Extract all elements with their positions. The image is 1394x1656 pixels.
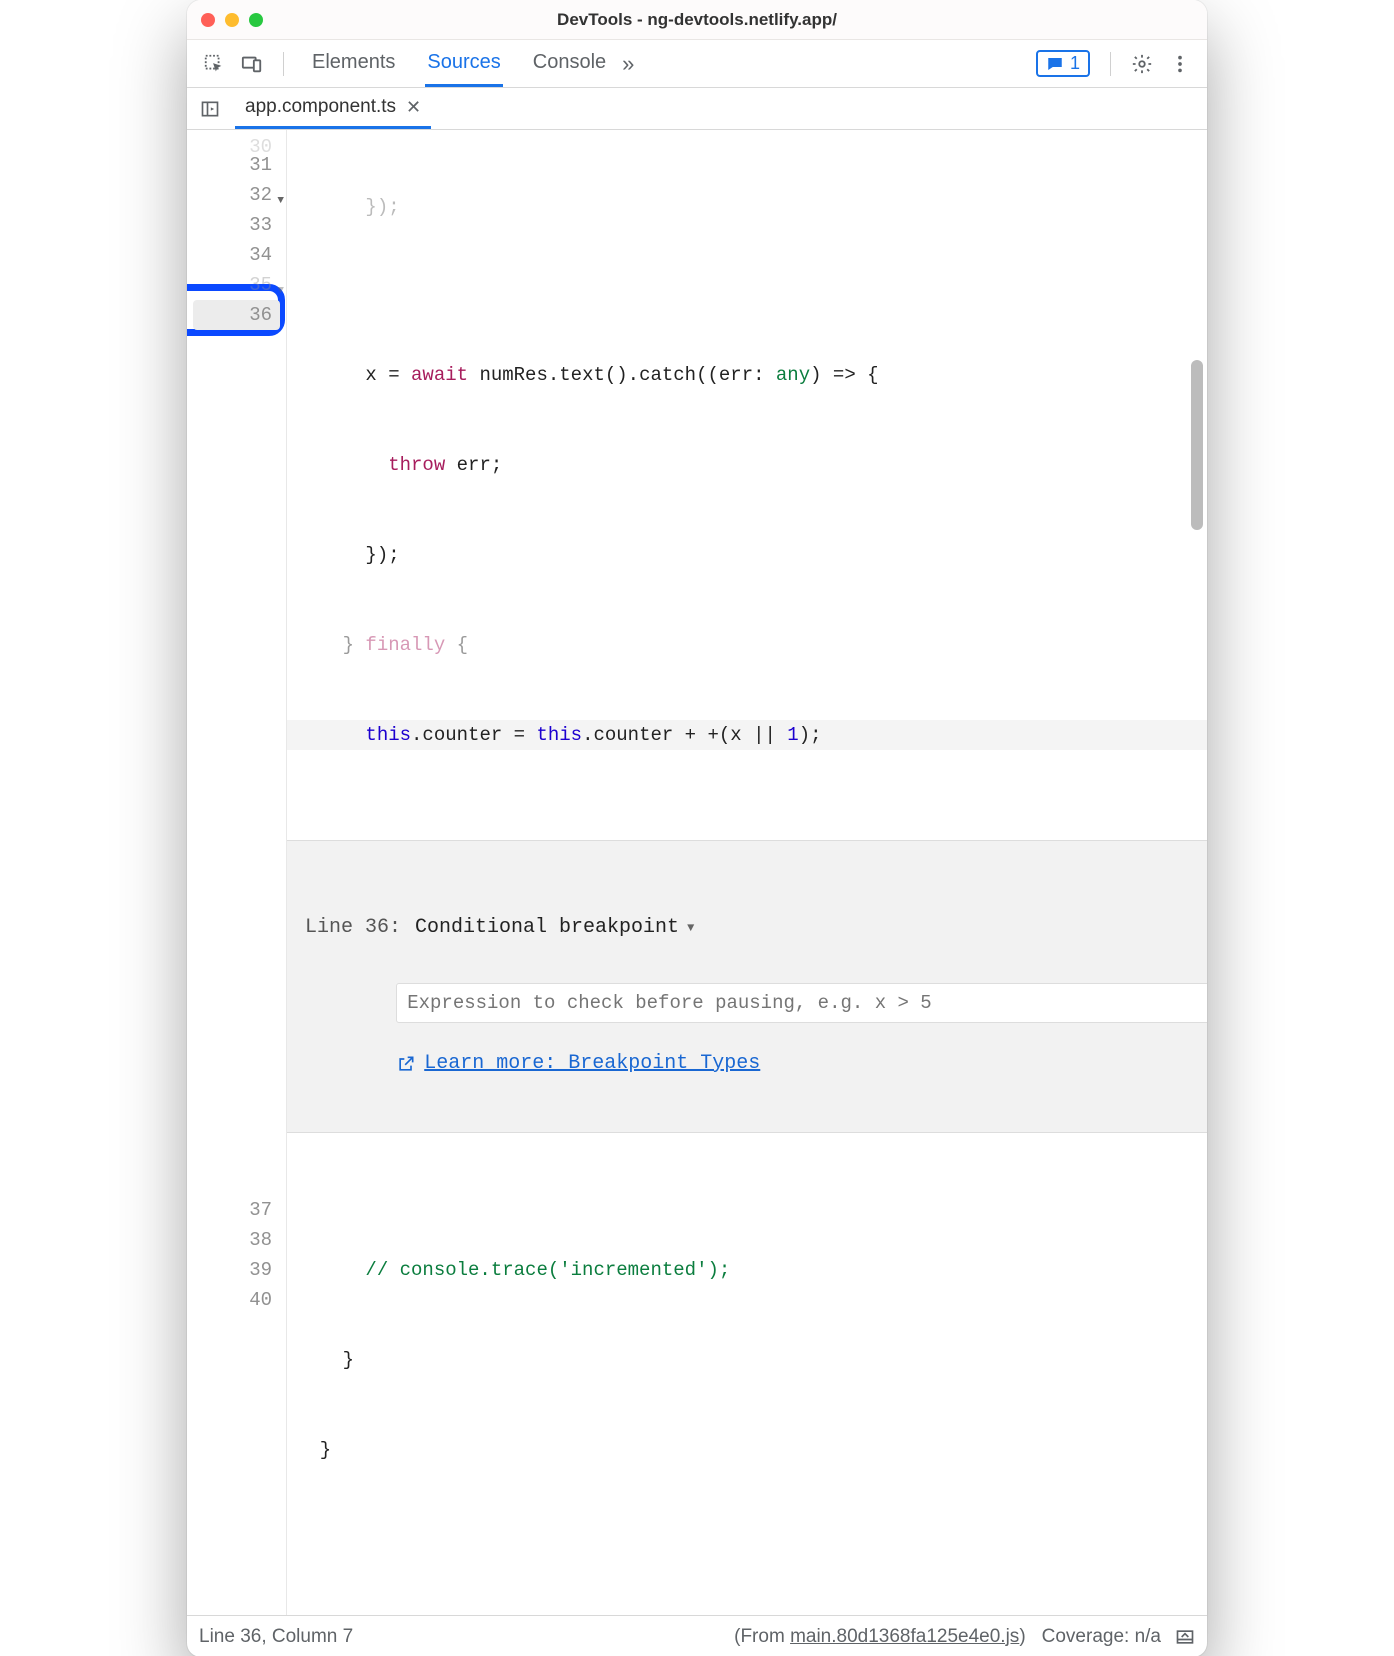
show-drawer-icon[interactable]: [1175, 1627, 1195, 1647]
breakpoint-editor-panel: Line 36: Conditional breakpoint Learn mo…: [287, 840, 1207, 1133]
line-number[interactable]: 37: [187, 1195, 272, 1225]
code-line: } finally {: [287, 630, 1207, 660]
line-number-highlighted[interactable]: 36: [193, 300, 280, 330]
code-line-highlighted: this.counter = this.counter + +(x || 1);: [287, 720, 1207, 750]
line-number[interactable]: 31: [187, 150, 272, 180]
status-bar: Line 36, Column 7 (From main.80d1368fa12…: [187, 1615, 1207, 1656]
minimize-window-button[interactable]: [225, 13, 239, 27]
coverage-info: Coverage: n/a: [1042, 1626, 1161, 1648]
line-number[interactable]: 32: [187, 180, 272, 210]
message-icon: [1046, 55, 1064, 73]
issues-count: 1: [1070, 53, 1080, 74]
main-toolbar: Elements Sources Console » 1: [187, 40, 1207, 88]
code-line: });: [287, 192, 1207, 210]
close-file-icon[interactable]: ✕: [406, 97, 421, 118]
code-line: }: [287, 1345, 1207, 1375]
device-toolbar-icon[interactable]: [235, 47, 269, 81]
file-tab-app-component[interactable]: app.component.ts ✕: [235, 88, 431, 129]
breakpoint-line-label: Line 36:: [305, 913, 401, 943]
editor: 30 31 32 33 34 35 36 }); x = await numRe…: [187, 130, 1207, 1193]
inspect-element-icon[interactable]: [197, 47, 231, 81]
line-number[interactable]: 34: [187, 240, 272, 270]
kebab-menu-icon[interactable]: [1163, 47, 1197, 81]
code-line: x = await numRes.text().catch((err: any)…: [287, 360, 1207, 390]
window-title: DevTools - ng-devtools.netlify.app/: [187, 10, 1207, 30]
breakpoint-condition-input[interactable]: [396, 983, 1207, 1023]
code-line: [287, 270, 1207, 300]
line-gutter[interactable]: 37 38 39 40: [187, 1193, 287, 1615]
cursor-position: Line 36, Column 7: [199, 1626, 353, 1648]
tab-elements[interactable]: Elements: [310, 40, 397, 87]
issues-badge[interactable]: 1: [1036, 50, 1090, 77]
devtools-window: DevTools - ng-devtools.netlify.app/ Elem…: [187, 0, 1207, 1656]
learn-more-link[interactable]: Learn more: Breakpoint Types: [396, 1049, 760, 1079]
line-number[interactable]: 39: [187, 1255, 272, 1285]
code-area[interactable]: // console.trace('incremented'); } }: [287, 1193, 1207, 1615]
close-window-button[interactable]: [201, 13, 215, 27]
code-line: throw err;: [287, 450, 1207, 480]
code-area[interactable]: }); x = await numRes.text().catch((err: …: [287, 130, 1207, 1193]
line-number[interactable]: 35: [187, 270, 272, 300]
line-number[interactable]: 40: [187, 1285, 272, 1315]
maximize-window-button[interactable]: [249, 13, 263, 27]
traffic-lights: [201, 13, 263, 27]
code-line: [287, 1525, 1207, 1555]
tab-sources[interactable]: Sources: [425, 40, 502, 87]
panel-tabs: Elements Sources Console: [310, 40, 608, 87]
breakpoint-type-dropdown[interactable]: Conditional breakpoint: [415, 913, 694, 943]
toolbar-separator: [283, 52, 284, 76]
line-number[interactable]: 33: [187, 210, 272, 240]
line-number[interactable]: 38: [187, 1225, 272, 1255]
titlebar: DevTools - ng-devtools.netlify.app/: [187, 0, 1207, 40]
file-tab-label: app.component.ts: [245, 96, 396, 118]
source-map-info: (From main.80d1368fa125e4e0.js): [734, 1626, 1026, 1648]
source-map-link[interactable]: main.80d1368fa125e4e0.js: [790, 1626, 1019, 1647]
toolbar-separator: [1110, 52, 1111, 76]
code-line: });: [287, 540, 1207, 570]
editor-continued: 37 38 39 40 // console.trace('incremente…: [187, 1193, 1207, 1615]
vertical-scrollbar[interactable]: [1191, 360, 1203, 530]
tab-console[interactable]: Console: [531, 40, 608, 87]
settings-icon[interactable]: [1125, 47, 1159, 81]
line-gutter[interactable]: 30 31 32 33 34 35 36: [187, 130, 287, 1193]
more-tabs-button[interactable]: »: [622, 51, 634, 77]
code-line: }: [287, 1435, 1207, 1465]
external-link-icon: [396, 1054, 416, 1074]
file-tabs-bar: app.component.ts ✕: [187, 88, 1207, 130]
show-navigator-icon[interactable]: [195, 94, 225, 124]
code-line: // console.trace('incremented');: [287, 1255, 1207, 1285]
